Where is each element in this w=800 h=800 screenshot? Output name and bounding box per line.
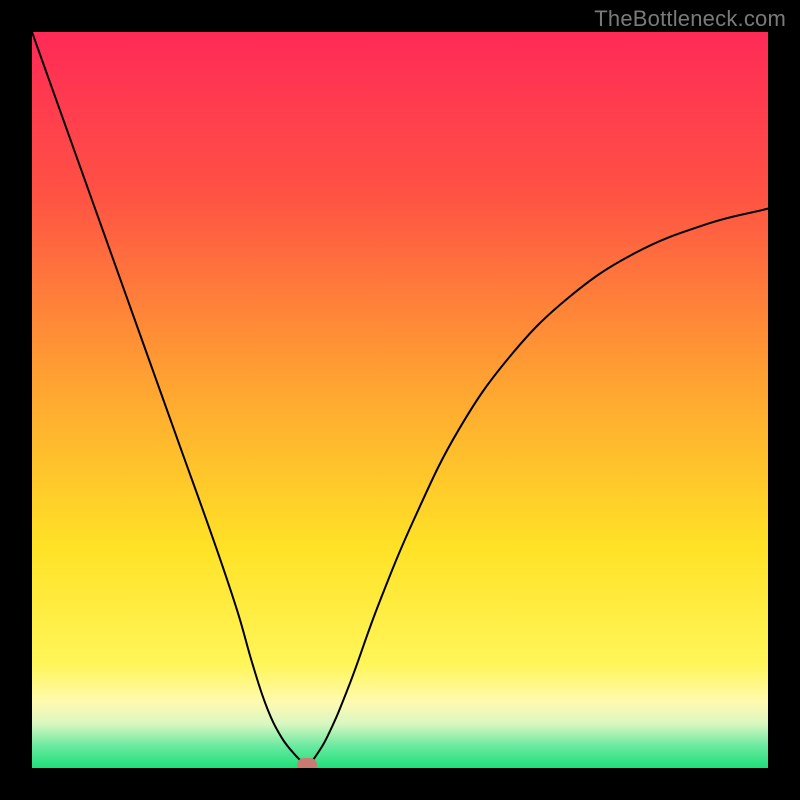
watermark-text: TheBottleneck.com xyxy=(594,6,786,32)
plot-area xyxy=(32,32,768,768)
minimum-marker xyxy=(297,758,317,768)
bottleneck-curve xyxy=(32,32,768,768)
chart-frame: TheBottleneck.com xyxy=(0,0,800,800)
